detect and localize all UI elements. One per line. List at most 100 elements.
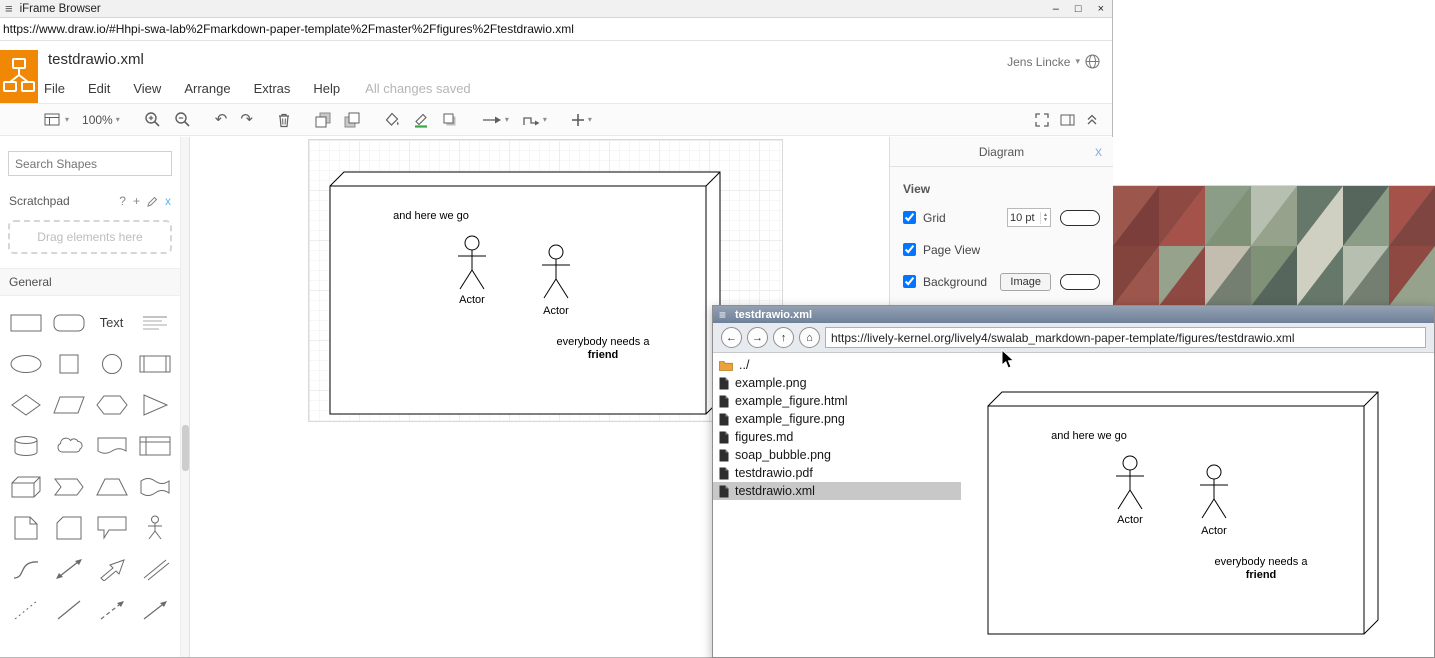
collapse-toolbar-icon[interactable] (1086, 113, 1098, 126)
format-panel-toggle-icon[interactable] (1060, 114, 1075, 126)
connection-dropdown[interactable]: ▾ (482, 113, 509, 127)
shape-arrow[interactable] (135, 593, 175, 627)
shape-cylinder[interactable] (6, 429, 46, 463)
up-button[interactable]: ↑ (773, 327, 794, 348)
fill-color-button[interactable] (384, 112, 400, 128)
file-browser-url-input[interactable] (825, 327, 1426, 348)
shape-triangle[interactable] (135, 388, 175, 422)
scratchpad-dropzone[interactable]: Drag elements here (8, 220, 172, 254)
shape-diamond[interactable] (6, 388, 46, 422)
shape-dashed-arrow[interactable] (92, 593, 132, 627)
shape-text[interactable]: Text (92, 306, 132, 340)
back-button[interactable]: ← (721, 327, 742, 348)
shape-textbox[interactable] (135, 306, 175, 340)
shape-bidirectional-arrow[interactable] (49, 552, 89, 586)
to-back-button[interactable] (344, 112, 360, 128)
home-button[interactable]: ⌂ (799, 327, 820, 348)
add-icon[interactable]: + (133, 194, 140, 208)
cube-shape[interactable] (330, 172, 720, 414)
globe-icon[interactable] (1085, 54, 1100, 69)
shape-process[interactable] (135, 347, 175, 381)
forward-button[interactable]: → (747, 327, 768, 348)
background-checkbox[interactable] (903, 275, 916, 288)
section-general[interactable]: General (0, 268, 180, 296)
tab-diagram[interactable]: Diagram (979, 145, 1024, 159)
grid-checkbox[interactable] (903, 211, 916, 224)
shape-card[interactable] (49, 511, 89, 545)
format-close-icon[interactable]: x (1095, 143, 1102, 159)
fullscreen-icon[interactable] (1035, 113, 1049, 127)
shape-parallelogram[interactable] (49, 388, 89, 422)
spinner-arrows[interactable]: ▲▼ (1040, 212, 1050, 224)
help-icon[interactable]: ? (119, 194, 126, 208)
line-color-button[interactable] (413, 112, 429, 128)
menu-help[interactable]: Help (313, 81, 340, 96)
zoom-level-dropdown[interactable]: 100% ▾ (82, 113, 120, 127)
menu-edit[interactable]: Edit (88, 81, 110, 96)
menu-extras[interactable]: Extras (254, 81, 291, 96)
close-button[interactable]: × (1098, 0, 1104, 18)
scrollbar-thumb[interactable] (182, 425, 189, 471)
page-view-dropdown[interactable]: ▾ (44, 112, 69, 128)
window-menu-icon[interactable]: ≡ (719, 308, 726, 322)
note-line1[interactable]: everybody needs a (557, 336, 651, 348)
shape-rounded-rectangle[interactable] (49, 306, 89, 340)
file-browser-titlebar[interactable]: ≡ testdrawio.xml (713, 306, 1434, 323)
background-color-swatch[interactable] (1060, 274, 1100, 290)
insert-dropdown[interactable]: ▾ (571, 113, 592, 127)
sidebar-scrollbar[interactable] (180, 137, 190, 657)
note-line2[interactable]: friend (588, 349, 619, 361)
shape-trapezoid[interactable] (92, 470, 132, 504)
redo-button[interactable]: ↷ (240, 113, 253, 127)
file-row-figures-md[interactable]: figures.md (713, 428, 961, 446)
shape-search-input[interactable] (15, 157, 170, 171)
delete-button[interactable] (277, 112, 291, 128)
scratchpad-close-icon[interactable]: x (165, 194, 171, 208)
actor2-label[interactable]: Actor (543, 305, 569, 317)
shape-ellipse[interactable] (6, 347, 46, 381)
shape-note[interactable] (6, 511, 46, 545)
shape-hexagon[interactable] (92, 388, 132, 422)
grid-size-input[interactable] (1008, 212, 1040, 224)
shape-cube[interactable] (6, 470, 46, 504)
shape-block-arrow[interactable] (92, 552, 132, 586)
iframe-browser-titlebar[interactable]: ≡ iFrame Browser – □ × (0, 0, 1112, 18)
page-view-checkbox[interactable] (903, 243, 916, 256)
file-row-example-figure-html[interactable]: example_figure.html (713, 392, 961, 410)
file-row-example-figure-png[interactable]: example_figure.png (713, 410, 961, 428)
file-row-testdrawio-pdf[interactable]: testdrawio.pdf (713, 464, 961, 482)
shape-internal-storage[interactable] (135, 429, 175, 463)
file-row-[interactable]: ../ (713, 356, 961, 374)
user-menu[interactable]: Jens Lincke ▾ (1007, 54, 1100, 69)
maximize-button[interactable]: □ (1075, 0, 1082, 18)
shape-step[interactable] (49, 470, 89, 504)
menu-arrange[interactable]: Arrange (184, 81, 230, 96)
undo-button[interactable]: ↶ (215, 113, 228, 127)
shape-double-line[interactable] (135, 552, 175, 586)
file-row-soap-bubble-png[interactable]: soap_bubble.png (713, 446, 961, 464)
shadow-button[interactable] (442, 112, 458, 128)
shape-circle[interactable] (92, 347, 132, 381)
waypoints-dropdown[interactable]: ▾ (522, 113, 547, 127)
menu-view[interactable]: View (133, 81, 161, 96)
drawio-logo[interactable] (0, 50, 38, 103)
file-row-example-png[interactable]: example.png (713, 374, 961, 392)
to-front-button[interactable] (315, 112, 331, 128)
image-button[interactable]: Image (1000, 273, 1051, 291)
shape-line[interactable] (49, 593, 89, 627)
grid-color-swatch[interactable] (1060, 210, 1100, 226)
minimize-button[interactable]: – (1053, 0, 1059, 18)
zoom-out-button[interactable] (174, 111, 191, 128)
shape-actor[interactable] (135, 511, 175, 545)
shape-tape[interactable] (135, 470, 175, 504)
diagram-caption[interactable]: and here we go (393, 210, 469, 222)
shape-rectangle[interactable] (6, 306, 46, 340)
actor1-label[interactable]: Actor (459, 294, 485, 306)
shape-square[interactable] (49, 347, 89, 381)
shape-cloud[interactable] (49, 429, 89, 463)
shape-dotted-line[interactable] (6, 593, 46, 627)
file-row-testdrawio-xml[interactable]: testdrawio.xml (713, 482, 961, 500)
shape-callout[interactable] (92, 511, 132, 545)
shape-document[interactable] (92, 429, 132, 463)
shape-curve[interactable] (6, 552, 46, 586)
